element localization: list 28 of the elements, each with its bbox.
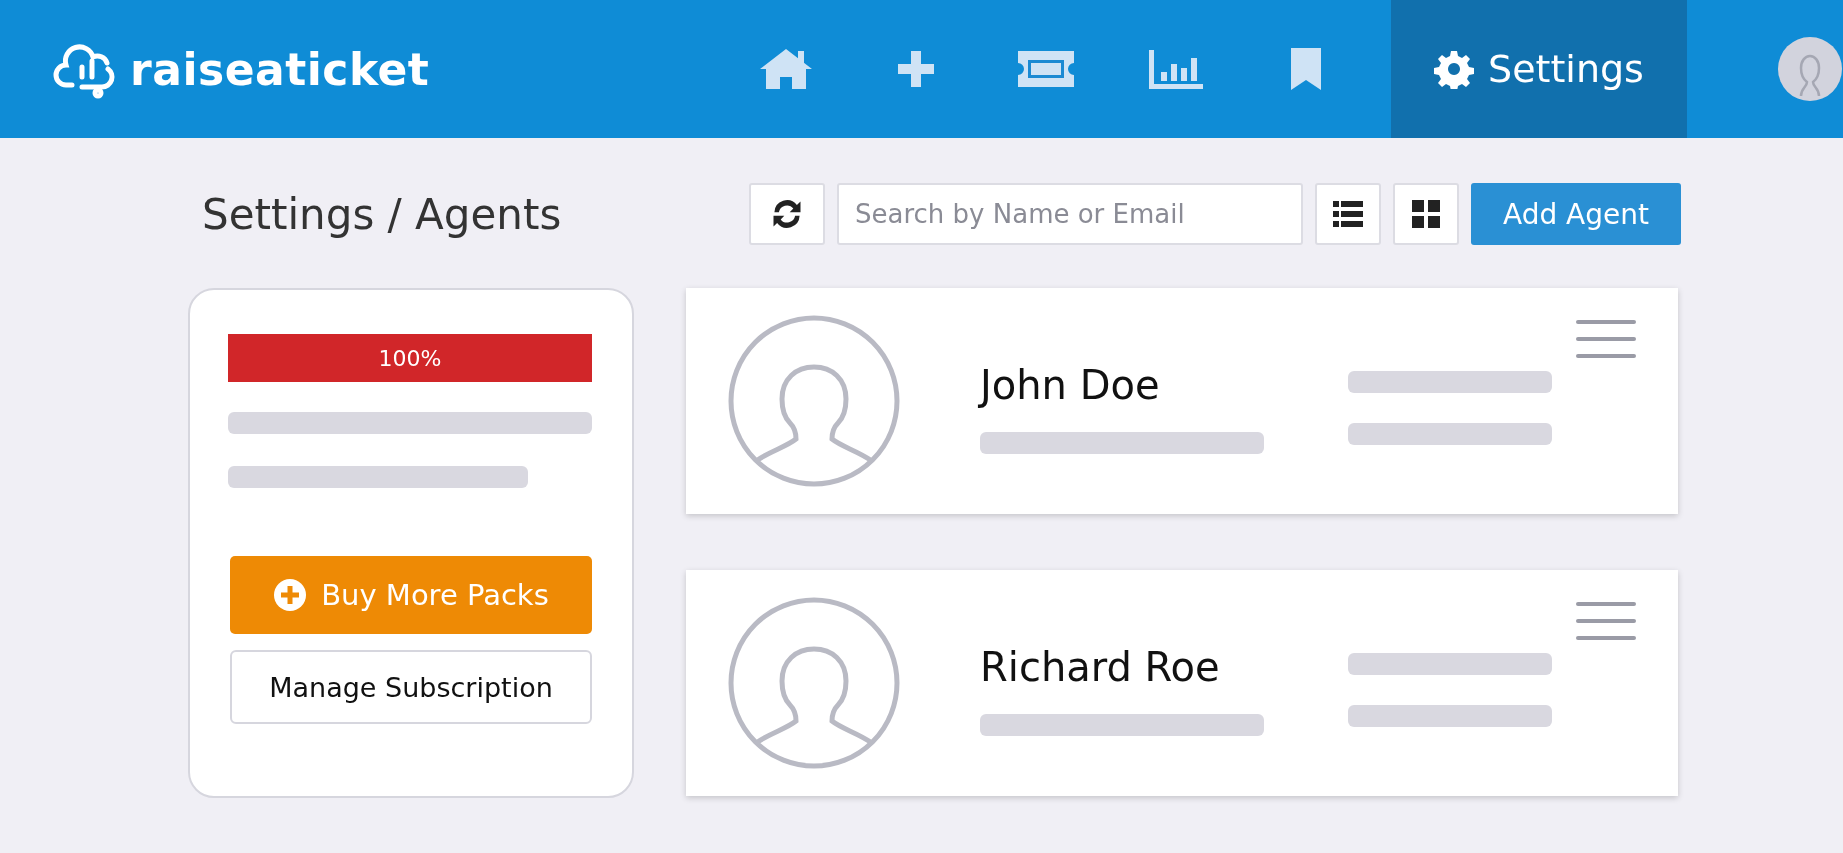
menu-icon: [1576, 602, 1636, 640]
gear-icon: [1434, 49, 1475, 89]
plus-icon: [896, 49, 936, 89]
list-view-button[interactable]: [1315, 183, 1381, 245]
settings-tab[interactable]: Settings: [1391, 0, 1687, 138]
agent-name: Richard Roe: [980, 644, 1221, 690]
search-field[interactable]: Search by Name or Email: [837, 183, 1303, 245]
avatar-icon: [1777, 36, 1843, 102]
avatar-icon: [728, 315, 900, 487]
avatar-icon: [728, 597, 900, 769]
logo-text: raiseaticket: [130, 43, 430, 95]
agent-name: John Doe: [980, 362, 1161, 408]
manage-subscription-button[interactable]: Manage Subscription: [230, 650, 592, 724]
list-icon: [1333, 201, 1363, 227]
home-icon: [758, 47, 814, 91]
page-title: Settings / Agents: [202, 189, 562, 239]
refresh-button[interactable]: [749, 183, 825, 245]
ticket-icon: [1016, 49, 1076, 89]
bar-chart-icon: [1147, 48, 1205, 90]
menu-icon: [1576, 320, 1636, 358]
usage-reading: 100%: [378, 345, 442, 371]
menu-button[interactable]: [1576, 320, 1636, 358]
grid-icon: [1412, 200, 1440, 228]
plus-circle-icon: [273, 578, 308, 612]
add-agent-button[interactable]: Add Agent: [1471, 183, 1681, 245]
grid-view-button[interactable]: [1393, 183, 1459, 245]
bookmark-icon: [1289, 46, 1323, 92]
menu-button[interactable]: [1576, 602, 1636, 640]
